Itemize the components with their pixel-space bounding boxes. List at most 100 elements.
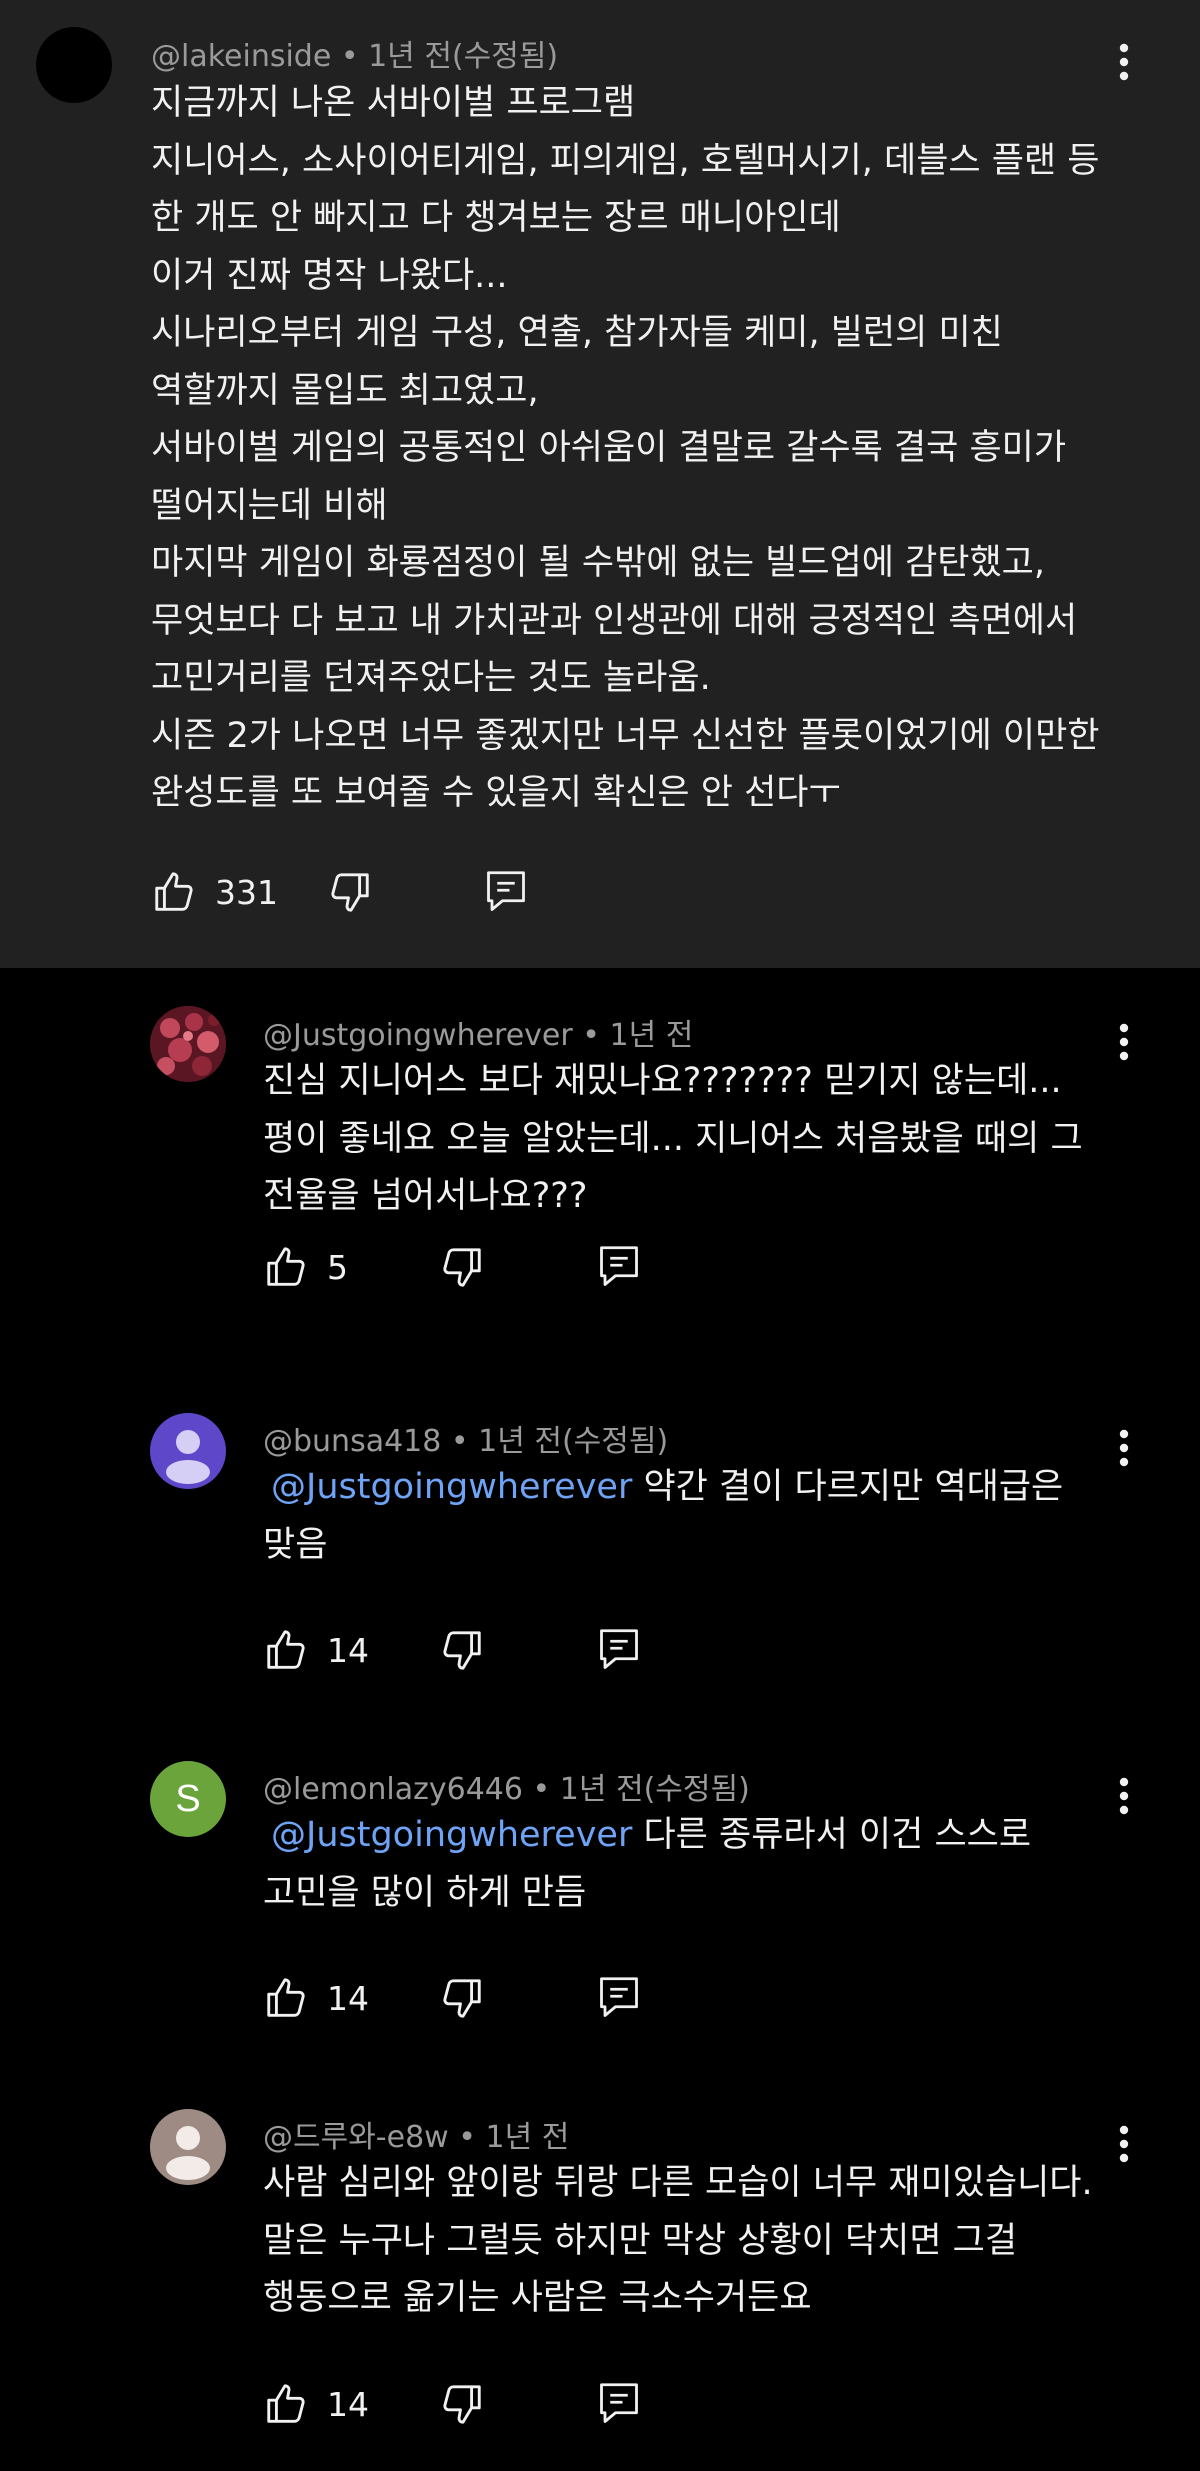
person-icon <box>166 1430 210 1484</box>
thumb-down-icon <box>443 1248 481 1287</box>
comment-author[interactable]: @드루와-e8w <box>263 2120 449 2155</box>
like-count: 14 <box>327 1978 369 2018</box>
reply-button[interactable] <box>598 1627 640 1673</box>
thumb-up-icon <box>155 872 193 911</box>
reply-comment: @bunsa418 • 1년 전(수정됨) @Justgoingwherever… <box>0 1358 1200 1706</box>
more-options-button[interactable] <box>1104 1766 1144 1826</box>
comment-line: 진심 지니어스 보다 재밌나요??????? 믿기지 않는데... <box>263 1061 1062 1101</box>
comment-meta: @Justgoingwherever • 1년 전 <box>263 1018 694 1053</box>
comment-line: 완성도를 또 보여줄 수 있을지 확신은 안 선다ㅜ <box>151 773 841 813</box>
avatar[interactable] <box>150 1006 226 1082</box>
dislike-button[interactable] <box>439 2381 485 2427</box>
thumb-down-icon <box>443 2385 481 2424</box>
avatar[interactable] <box>36 27 112 103</box>
more-vert-icon <box>1119 2125 1129 2163</box>
thumb-up-icon <box>267 1978 305 2017</box>
comment-time: 1년 전 <box>485 2120 570 2155</box>
comment-line: 평이 좋네요 오늘 알았는데... 지니어스 처음봤을 때의 그 <box>263 1118 1083 1159</box>
reply-button[interactable] <box>598 1975 640 2021</box>
more-options-button[interactable] <box>1104 32 1144 92</box>
person-icon <box>166 2126 210 2180</box>
comment-author[interactable]: @lakeinside <box>151 39 331 74</box>
comment-body: 지금까지 나온 서바이벌 프로그램 지니어스, 소사이어티게임, 피의게임, 호… <box>151 75 1099 823</box>
more-options-button[interactable] <box>1104 1418 1144 1478</box>
more-vert-icon <box>1119 43 1129 81</box>
comment-author[interactable]: @bunsa418 <box>263 1424 441 1459</box>
reply-comment: S @lemonlazy6446 • 1년 전(수정됨) @Justgoingw… <box>0 1706 1200 2054</box>
reply-icon <box>600 1246 638 1286</box>
comment-time: 1년 전 <box>609 1018 694 1053</box>
dislike-button[interactable] <box>439 1627 485 1673</box>
mention-link[interactable]: @Justgoingwherever <box>271 1467 632 1507</box>
thumb-up-icon <box>267 2384 305 2423</box>
like-count: 14 <box>327 1630 369 1670</box>
comment-line: 행동으로 옮기는 사람은 극소수거든요 <box>263 2278 812 2318</box>
thumb-down-icon <box>331 873 369 912</box>
reply-comment: @Justgoingwherever • 1년 전 진심 지니어스 보다 재밌나… <box>0 968 1200 1358</box>
thumb-down-icon <box>443 1631 481 1670</box>
comment-line: 역할까지 몰입도 최고였고, <box>151 370 539 411</box>
like-count: 5 <box>327 1247 348 1287</box>
thumb-up-icon <box>267 1247 305 1286</box>
like-button[interactable]: 5 <box>263 1244 348 1290</box>
comment-line: 지금까지 나온 서바이벌 프로그램 <box>151 83 636 123</box>
reply-icon <box>487 871 525 911</box>
comment-line: 떨어지는데 비해 <box>151 485 388 526</box>
comment-meta: @드루와-e8w • 1년 전 <box>263 2120 570 2155</box>
more-vert-icon <box>1119 1023 1129 1061</box>
comment-line: 사람 심리와 앞이랑 뒤랑 다른 모습이 너무 재미있습니다. <box>263 2163 1093 2203</box>
comment-line: 시나리오부터 게임 구성, 연출, 참가자들 케미, 빌런의 미친 <box>151 313 1003 353</box>
like-button[interactable]: 331 <box>151 869 278 915</box>
more-options-button[interactable] <box>1104 2114 1144 2174</box>
reply-icon <box>600 2383 638 2423</box>
comment-body: @Justgoingwherever 약간 결이 다르지만 역대급은 맞음 <box>263 1459 1063 1574</box>
comment-line: 서바이벌 게임의 공통적인 아쉬움이 결말로 갈수록 결국 흥미가 <box>151 428 1067 468</box>
comment-line: 전율을 넘어서나요??? <box>263 1176 588 1216</box>
more-options-button[interactable] <box>1104 1012 1144 1072</box>
reply-button[interactable] <box>485 869 527 915</box>
comment-body: 사람 심리와 앞이랑 뒤랑 다른 모습이 너무 재미있습니다. 말은 누구나 그… <box>263 2155 1093 2328</box>
dislike-button[interactable] <box>439 1975 485 2021</box>
dislike-button[interactable] <box>439 1244 485 1290</box>
comment-author[interactable]: @Justgoingwherever <box>263 1018 573 1053</box>
comment-body: 진심 지니어스 보다 재밌나요??????? 믿기지 않는데... 평이 좋네요… <box>263 1053 1083 1226</box>
comment-meta: @lakeinside • 1년 전(수정됨) <box>151 39 559 74</box>
comment-line: 마지막 게임이 화룡점정이 될 수밖에 없는 빌드업에 감탄했고, <box>151 543 1046 583</box>
reply-button[interactable] <box>598 2381 640 2427</box>
comment-line: @Justgoingwherever 약간 결이 다르지만 역대급은 <box>271 1467 1064 1507</box>
comment-line: 시즌 2가 나오면 너무 좋겠지만 너무 신선한 플롯이었기에 이만한 <box>151 715 1100 756</box>
like-count: 14 <box>327 2384 369 2424</box>
like-button[interactable]: 14 <box>263 1627 369 1673</box>
comment-line: 고민을 많이 하게 만듬 <box>263 1872 587 1913</box>
comment-author[interactable]: @lemonlazy6446 <box>263 1772 523 1807</box>
comment-time: 1년 전(수정됨) <box>478 1424 669 1459</box>
flower-photo-icon <box>150 1006 226 1082</box>
comment-body: @Justgoingwherever 다른 종류라서 이건 스스로 고민을 많이… <box>263 1807 1031 1922</box>
thumb-down-icon <box>443 1979 481 2018</box>
comment-line: 맞음 <box>263 1524 328 1565</box>
comment-line: 말은 누구나 그럴듯 하지만 막상 상황이 닥치면 그걸 <box>263 2220 1018 2261</box>
like-button[interactable]: 14 <box>263 2381 369 2427</box>
main-comment: @lakeinside • 1년 전(수정됨) 지금까지 나온 서바이벌 프로그… <box>0 0 1200 968</box>
comment-line: 한 개도 안 빠지고 다 챙겨보는 장르 매니아인데 <box>151 198 841 238</box>
avatar[interactable]: S <box>150 1761 226 1837</box>
mention-link[interactable]: @Justgoingwherever <box>271 1815 632 1855</box>
thumb-up-icon <box>267 1630 305 1669</box>
avatar-letter: S <box>175 1777 201 1820</box>
avatar[interactable] <box>150 1413 226 1489</box>
comment-time: 1년 전(수정됨) <box>368 39 559 74</box>
dislike-button[interactable] <box>327 869 373 915</box>
like-button[interactable]: 14 <box>263 1975 369 2021</box>
reply-button[interactable] <box>598 1244 640 1290</box>
comment-line: 고민거리를 던져주었다는 것도 놀라움. <box>151 658 711 698</box>
reply-comment: @드루와-e8w • 1년 전 사람 심리와 앞이랑 뒤랑 다른 모습이 너무 … <box>0 2054 1200 2471</box>
comment-line: 지니어스, 소사이어티게임, 피의게임, 호텔머시기, 데블스 플랜 등 <box>151 140 1100 181</box>
comment-meta: @bunsa418 • 1년 전(수정됨) <box>263 1424 669 1459</box>
avatar[interactable] <box>150 2109 226 2185</box>
more-vert-icon <box>1119 1429 1129 1467</box>
comment-line: @Justgoingwherever 다른 종류라서 이건 스스로 <box>271 1815 1032 1855</box>
reply-icon <box>600 1977 638 2017</box>
more-vert-icon <box>1119 1777 1129 1815</box>
comment-meta: @lemonlazy6446 • 1년 전(수정됨) <box>263 1772 750 1807</box>
like-count: 331 <box>215 872 278 912</box>
